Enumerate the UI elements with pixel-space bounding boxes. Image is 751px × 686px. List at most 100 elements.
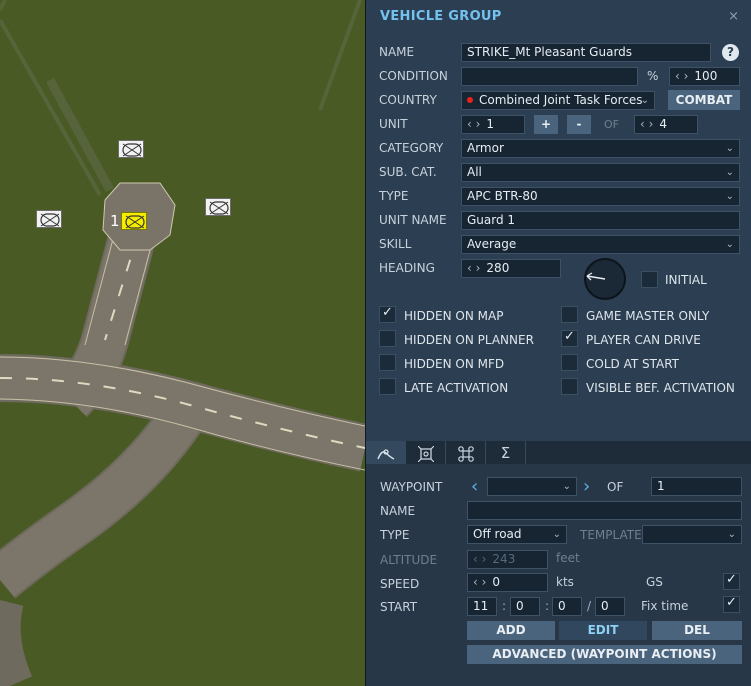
help-icon[interactable]: ? xyxy=(722,44,739,61)
late-activation-label: LATE ACTIVATION xyxy=(404,381,509,395)
category-label: CATEGORY xyxy=(379,141,444,155)
player-can-drive-label: PLAYER CAN DRIVE xyxy=(586,333,701,347)
hidden-on-planner-checkbox[interactable] xyxy=(379,330,396,347)
gs-checkbox[interactable]: ✓ xyxy=(723,572,740,590)
stepper-arrows-icon[interactable]: ‹ › xyxy=(640,117,653,131)
time-separator: : xyxy=(545,599,550,613)
waypoint-type-label: TYPE xyxy=(380,528,410,542)
add-unit-button[interactable]: + xyxy=(534,115,558,134)
subcat-label: SUB. CAT. xyxy=(379,165,437,179)
advanced-waypoint-actions-button[interactable]: ADVANCED (WAYPOINT ACTIONS) xyxy=(467,645,742,664)
selected-unit-marker-icon[interactable] xyxy=(121,212,147,230)
cold-at-start-checkbox[interactable] xyxy=(561,354,578,371)
sigma-icon: Σ xyxy=(500,444,511,462)
template-label: TEMPLATE xyxy=(580,528,642,542)
speed-unit-label: kts xyxy=(556,575,574,589)
chevron-down-icon: ⌄ xyxy=(727,529,736,540)
chevron-down-icon: ⌄ xyxy=(725,191,734,202)
speed-stepper[interactable]: ‹ › 0 xyxy=(467,573,548,592)
stepper-arrows-icon[interactable]: ‹ › xyxy=(473,575,486,589)
start-minute-input[interactable]: 0 xyxy=(510,597,540,616)
country-label: COUNTRY xyxy=(379,93,437,107)
delete-waypoint-button[interactable]: DEL xyxy=(652,621,742,640)
waypoint-type-select[interactable]: Off road ⌄ xyxy=(467,525,567,544)
late-activation-checkbox[interactable] xyxy=(379,378,396,395)
type-label: TYPE xyxy=(379,189,409,203)
unit-stepper[interactable]: ‹ › 1 xyxy=(461,115,525,134)
combat-button[interactable]: COMBAT xyxy=(668,90,740,110)
condition-label: CONDITION xyxy=(379,69,448,83)
cold-at-start-label: COLD AT START xyxy=(586,357,680,371)
chevron-down-icon: ⌄ xyxy=(725,167,734,178)
name-input[interactable]: STRIKE_Mt Pleasant Guards xyxy=(461,43,711,62)
unit-marker-icon[interactable] xyxy=(118,140,144,158)
hidden-on-map-label: HIDDEN ON MAP xyxy=(404,309,504,323)
start-hour-input[interactable]: 11 xyxy=(467,597,497,616)
target-icon xyxy=(417,445,434,462)
altitude-label: ALTITUDE xyxy=(380,553,438,567)
skill-label: SKILL xyxy=(379,237,412,251)
hidden-on-mfd-checkbox[interactable] xyxy=(379,354,396,371)
altitude-stepper[interactable]: ‹ › 243 xyxy=(467,550,548,569)
heading-label: HEADING xyxy=(379,261,435,275)
add-waypoint-button[interactable]: ADD xyxy=(467,621,555,640)
unit-marker-icon[interactable] xyxy=(36,210,62,228)
route-icon xyxy=(376,448,394,460)
unit-of-label: OF xyxy=(604,118,619,131)
type-select[interactable]: APC BTR-80 ⌄ xyxy=(461,187,740,206)
stepper-arrows-icon[interactable]: ‹ › xyxy=(467,261,480,275)
check-icon: ✓ xyxy=(564,329,575,344)
visible-before-activation-checkbox[interactable] xyxy=(561,378,578,395)
waypoint-name-input[interactable] xyxy=(467,501,742,520)
player-can-drive-checkbox[interactable]: ✓ xyxy=(561,329,578,347)
waypoint-panel: WAYPOINT ‹ ⌄ › OF 1 NAME TYPE Off road ⌄ … xyxy=(365,464,751,686)
fix-time-checkbox[interactable]: ✓ xyxy=(723,595,740,613)
waypoint-total-field: 1 xyxy=(651,477,742,496)
tab-sigma[interactable]: Σ xyxy=(486,441,526,466)
map-view[interactable]: 1 xyxy=(0,0,365,686)
unit-name-input[interactable]: Guard 1 xyxy=(461,211,740,230)
tab-route[interactable] xyxy=(366,441,406,466)
tab-target[interactable] xyxy=(406,441,446,466)
game-master-only-checkbox[interactable] xyxy=(561,306,578,323)
waypoint-select[interactable]: ⌄ xyxy=(487,477,577,496)
stepper-arrows-icon[interactable]: ‹ › xyxy=(467,117,480,131)
game-master-only-label: GAME MASTER ONLY xyxy=(586,309,710,323)
start-second-input[interactable]: 0 xyxy=(552,597,582,616)
unit-label: UNIT xyxy=(379,117,408,131)
unit-marker-icon[interactable] xyxy=(205,198,231,216)
waypoint-name-label: NAME xyxy=(380,504,416,518)
waypoint-of-label: OF xyxy=(607,480,624,494)
country-select[interactable]: Combined Joint Task Forces ⌄ xyxy=(461,91,655,110)
unit-total-stepper[interactable]: ‹ › 4 xyxy=(634,115,698,134)
close-icon[interactable]: × xyxy=(728,9,739,24)
category-select[interactable]: Armor ⌄ xyxy=(461,139,740,158)
heading-dial-icon[interactable] xyxy=(583,257,627,301)
gs-label: GS xyxy=(646,575,663,589)
map-terrain xyxy=(0,0,365,686)
subcat-select[interactable]: All ⌄ xyxy=(461,163,740,182)
visible-before-activation-label: VISIBLE BEF. ACTIVATION xyxy=(586,381,735,395)
country-dot-icon xyxy=(467,97,473,103)
chevron-left-icon[interactable]: ‹ xyxy=(471,476,478,497)
stepper-arrows-icon[interactable]: ‹ › xyxy=(675,69,688,83)
remove-unit-button[interactable]: - xyxy=(567,115,591,134)
start-label: START xyxy=(380,600,418,614)
initial-checkbox[interactable] xyxy=(641,271,658,288)
edit-waypoint-button[interactable]: EDIT xyxy=(559,621,647,640)
skill-select[interactable]: Average ⌄ xyxy=(461,235,740,254)
chevron-down-icon: ⌄ xyxy=(640,95,649,106)
start-day-input[interactable]: 0 xyxy=(595,597,625,616)
template-select[interactable]: ⌄ xyxy=(642,525,742,544)
hidden-on-map-checkbox[interactable]: ✓ xyxy=(379,305,396,323)
waypoint-label: WAYPOINT xyxy=(380,480,443,494)
chevron-down-icon: ⌄ xyxy=(725,239,734,250)
percent-label: % xyxy=(647,69,659,83)
check-icon: ✓ xyxy=(726,572,737,587)
tab-command[interactable] xyxy=(446,441,486,466)
condition-input[interactable] xyxy=(461,67,638,86)
chevron-right-icon[interactable]: › xyxy=(583,476,590,497)
chevron-down-icon: ⌄ xyxy=(552,529,561,540)
condition-stepper[interactable]: ‹ › 100 xyxy=(669,67,740,86)
heading-stepper[interactable]: ‹ › 280 xyxy=(461,259,561,278)
